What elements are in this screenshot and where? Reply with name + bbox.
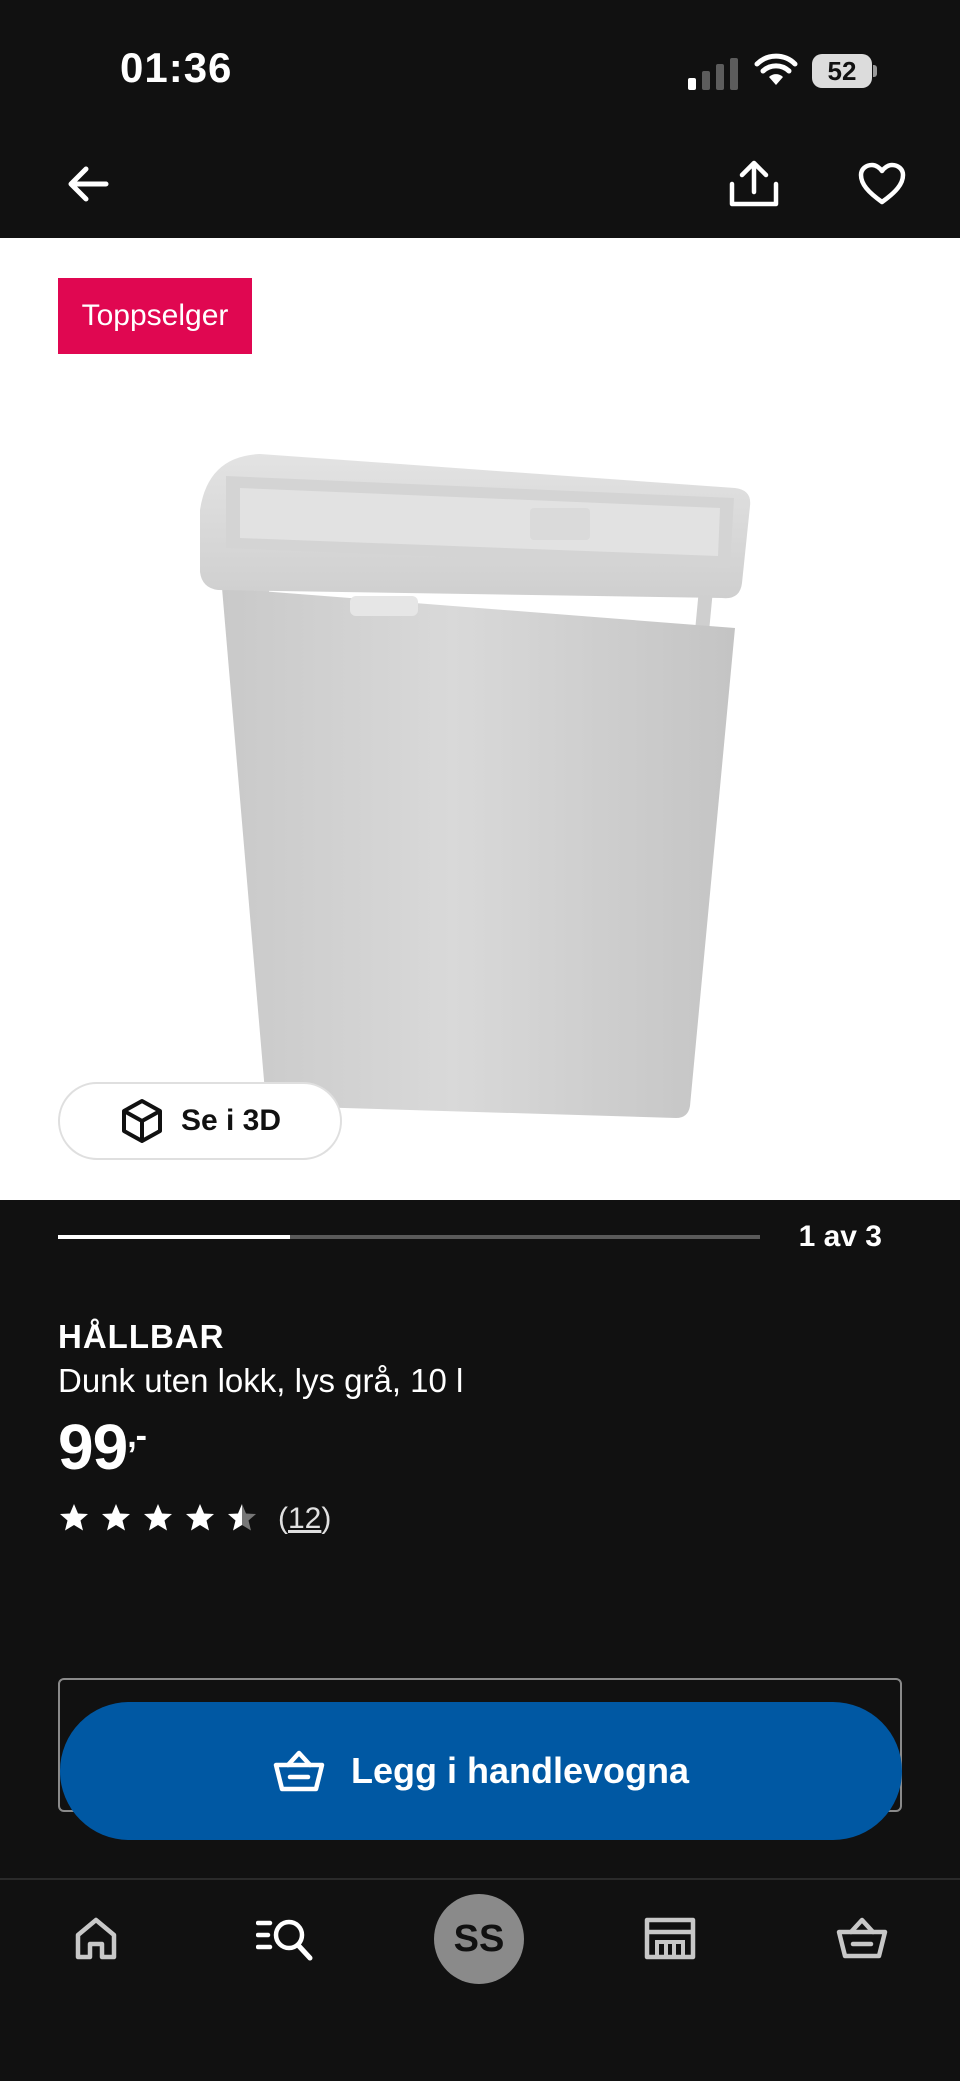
price-suffix: ,- [127, 1417, 147, 1455]
cube-icon [121, 1099, 162, 1143]
nav-stores[interactable] [630, 1908, 710, 1968]
home-icon [75, 1917, 117, 1960]
product-photo [200, 454, 751, 1118]
gallery-progress-fill [58, 1235, 290, 1239]
nav-cart[interactable] [822, 1908, 902, 1968]
share-button[interactable] [724, 154, 784, 214]
add-to-cart-button[interactable]: Legg i handlevogna [60, 1702, 902, 1840]
nav-profile-avatar[interactable]: SS [434, 1894, 524, 1984]
search-icon [256, 1919, 313, 1961]
store-icon [644, 1917, 696, 1960]
back-button[interactable] [58, 154, 118, 214]
heart-icon [858, 162, 906, 205]
bestseller-badge: Toppselger [58, 278, 252, 354]
star-icon [228, 1504, 256, 1531]
cart-icon [836, 1917, 888, 1959]
basket-icon [273, 1750, 325, 1792]
star-icon [186, 1504, 214, 1531]
battery-level: 52 [812, 54, 872, 88]
favorite-button[interactable] [852, 154, 912, 214]
gallery-progress [58, 1235, 760, 1239]
price-value: 99 [58, 1411, 128, 1483]
wifi-icon [754, 53, 798, 85]
reviews-close: ) [321, 1502, 332, 1535]
status-time: 01:36 [120, 44, 233, 91]
star-icon [144, 1504, 172, 1531]
add-to-cart-label: Legg i handlevogna [350, 1750, 690, 1791]
reviews-count: 12 [288, 1502, 322, 1535]
rating-stars[interactable] [58, 1502, 258, 1534]
product-description: Dunk uten lokk, lys grå, 10 l [58, 1362, 464, 1399]
view-3d-button[interactable]: Se i 3D [58, 1082, 342, 1160]
view-3d-label: Se i 3D [180, 1104, 282, 1137]
reviews-open: ( [278, 1502, 288, 1535]
nav-search[interactable] [246, 1908, 326, 1968]
bottom-nav-divider [0, 1878, 960, 1880]
star-icon [60, 1504, 88, 1531]
gallery-counter: 1 av 3 [798, 1220, 882, 1253]
arrow-left-icon [68, 166, 109, 202]
product-brand: HÅLLBAR [58, 1318, 225, 1355]
signal-icon [688, 58, 738, 90]
star-icon [102, 1504, 130, 1531]
share-icon [729, 160, 779, 207]
reviews-link[interactable]: (12) [278, 1502, 331, 1536]
product-price: 99,- [58, 1410, 147, 1484]
battery-indicator: 52 [812, 54, 878, 88]
nav-home[interactable] [56, 1908, 136, 1968]
product-image[interactable] [0, 238, 960, 1200]
